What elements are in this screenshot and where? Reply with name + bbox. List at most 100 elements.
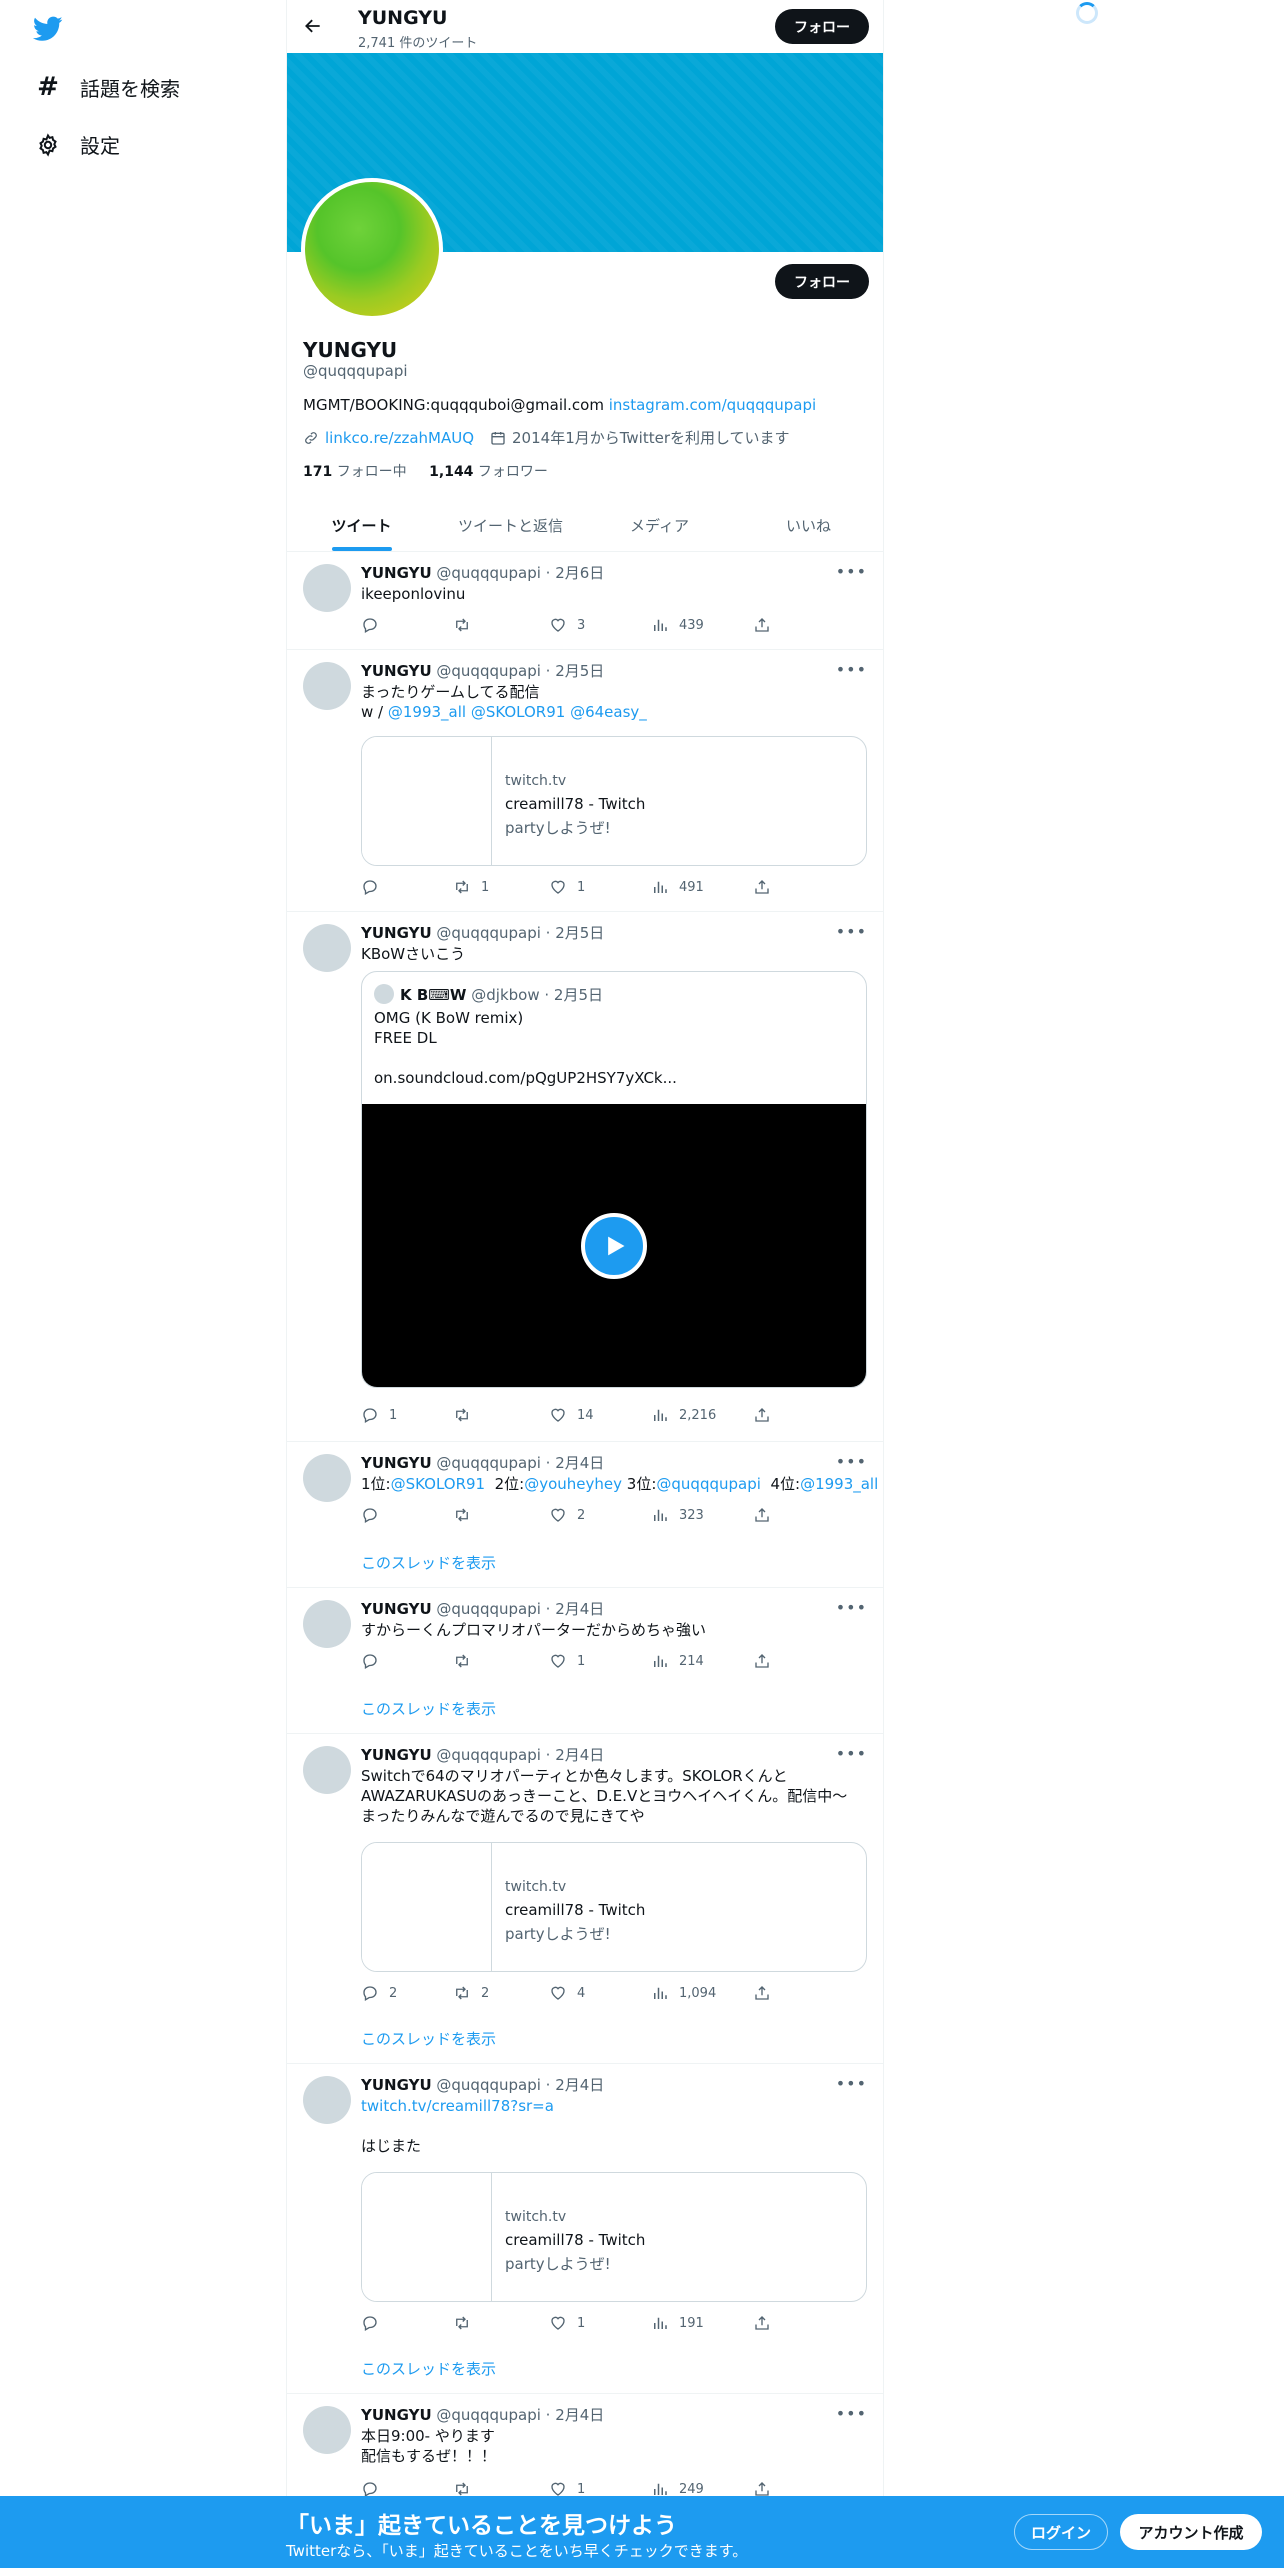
like-button[interactable]: 14 <box>549 1406 594 1424</box>
more-icon[interactable]: ••• <box>836 562 867 581</box>
views-button[interactable]: 191 <box>651 2314 704 2332</box>
tweet[interactable]: YUNGYU @quqqqupapi · 2月6日 ••• ikeeponlov… <box>287 552 883 650</box>
like-count: 1 <box>577 879 586 895</box>
share-button[interactable] <box>753 616 771 634</box>
reply-button[interactable]: 1 <box>361 1406 397 1424</box>
reply-button[interactable] <box>361 2314 389 2332</box>
more-icon[interactable]: ••• <box>836 2404 867 2423</box>
views-button[interactable]: 2,216 <box>651 1406 716 1424</box>
tweet-avatar[interactable] <box>303 1454 351 1502</box>
tweet-avatar[interactable] <box>303 564 351 612</box>
views-button[interactable]: 323 <box>651 1506 704 1524</box>
views-button[interactable]: 214 <box>651 1652 704 1670</box>
link-card[interactable]: twitch.tv creamill78 - Twitch partyしようぜ! <box>361 736 867 866</box>
tweet-avatar[interactable] <box>303 1600 351 1648</box>
profile-website-link[interactable]: linkco.re/zzahMAUQ <box>325 429 474 447</box>
following-link[interactable]: 171 フォロー中 <box>303 464 407 480</box>
reply-button[interactable] <box>361 1506 389 1524</box>
link-card[interactable]: twitch.tv creamill78 - Twitch partyしようぜ! <box>361 2172 867 2302</box>
followers-link[interactable]: 1,144 フォロワー <box>429 464 548 480</box>
bio-instagram-link[interactable]: instagram.com/quqqqupapi <box>609 396 816 414</box>
like-button[interactable]: 1 <box>549 2314 585 2332</box>
retweet-button[interactable] <box>453 1406 481 1424</box>
tweet[interactable]: YUNGYU @quqqqupapi · 2月5日 ••• KBoWさいこう K… <box>287 912 883 1442</box>
like-count: 14 <box>577 1407 594 1423</box>
tweet[interactable]: YUNGYU @quqqqupapi · 2月4日 ••• 1位:@SKOLOR… <box>287 1442 883 1588</box>
like-button[interactable]: 2 <box>549 1506 585 1524</box>
more-icon[interactable]: ••• <box>836 1452 867 1471</box>
heart-icon <box>551 1408 565 1422</box>
card-title: creamill78 - Twitch <box>505 795 646 813</box>
share-button[interactable] <box>753 1506 771 1524</box>
views-button[interactable]: 1,094 <box>651 1984 716 2002</box>
heart-icon <box>551 618 565 632</box>
signup-button[interactable]: アカウント作成 <box>1120 2514 1262 2550</box>
link-card[interactable]: twitch.tv creamill78 - Twitch partyしようぜ! <box>361 1842 867 1972</box>
nav-settings-label: 設定 <box>80 134 120 158</box>
share-button[interactable] <box>753 1406 771 1424</box>
quote-tweet[interactable]: K B⌨W @djkbow · 2月5日 OMG (K BoW remix) F… <box>361 971 867 1388</box>
more-icon[interactable]: ••• <box>836 1598 867 1617</box>
retweet-button[interactable] <box>453 616 481 634</box>
tweet[interactable]: YUNGYU @quqqqupapi · 2月4日 ••• すからーくんプロマリ… <box>287 1588 883 1734</box>
more-icon[interactable]: ••• <box>836 2074 867 2093</box>
tab-media[interactable]: メディア <box>585 500 734 551</box>
login-button[interactable]: ログイン <box>1014 2514 1108 2550</box>
header-follow-button[interactable]: フォロー <box>775 9 869 44</box>
tweet-avatar[interactable] <box>303 2406 351 2454</box>
play-icon[interactable] <box>581 1213 647 1279</box>
tweet[interactable]: YUNGYU @quqqqupapi · 2月4日 ••• twitch.tv/… <box>287 2064 883 2394</box>
reply-button[interactable] <box>361 1652 389 1670</box>
views-button[interactable]: 439 <box>651 616 704 634</box>
tweet-avatar[interactable] <box>303 1746 351 1794</box>
show-thread-link[interactable]: このスレッドを表示 <box>361 1698 496 1719</box>
tweet[interactable]: YUNGYU @quqqqupapi · 2月5日 ••• まったりゲームしてる… <box>287 650 883 912</box>
reply-button[interactable] <box>361 616 389 634</box>
share-button[interactable] <box>753 1652 771 1670</box>
more-icon[interactable]: ••• <box>836 922 867 941</box>
tweet-avatar[interactable] <box>303 2076 351 2124</box>
tab-likes[interactable]: いいね <box>734 500 883 551</box>
retweet-button[interactable] <box>453 1652 481 1670</box>
retweet-button[interactable] <box>453 2314 481 2332</box>
tab-tweets[interactable]: ツイート <box>287 500 436 551</box>
views-chart-icon <box>654 881 667 893</box>
show-thread-link[interactable]: このスレッドを表示 <box>361 2028 496 2049</box>
retweet-button[interactable]: 1 <box>453 878 489 896</box>
profile-avatar[interactable] <box>301 178 443 320</box>
retweet-button[interactable]: 2 <box>453 1984 489 2002</box>
like-button[interactable]: 3 <box>549 616 585 634</box>
tweet-avatar[interactable] <box>303 662 351 710</box>
tab-tweets-replies[interactable]: ツイートと返信 <box>436 500 585 551</box>
reply-button[interactable] <box>361 878 389 896</box>
profile-follow-button[interactable]: フォロー <box>775 264 869 299</box>
tweet-mentions[interactable]: @1993_all @SKOLOR91 @64easy_ <box>388 703 647 721</box>
show-thread-link[interactable]: このスレッドを表示 <box>361 1552 496 1573</box>
more-icon[interactable]: ••• <box>836 660 867 679</box>
tweet-actions: 1 14 2,216 <box>361 1406 781 1426</box>
like-button[interactable]: 1 <box>549 878 585 896</box>
card-thumbnail <box>362 2173 492 2301</box>
video-player[interactable] <box>362 1104 866 1387</box>
nav-item-explore[interactable]: # 話題を検索 <box>36 72 180 102</box>
tweet-avatar[interactable] <box>303 924 351 972</box>
show-thread-link[interactable]: このスレッドを表示 <box>361 2358 496 2379</box>
views-count: 1,094 <box>679 1985 717 2001</box>
share-button[interactable] <box>753 2314 771 2332</box>
retweet-button[interactable] <box>453 1506 481 1524</box>
like-button[interactable]: 4 <box>549 1984 585 2002</box>
tweet[interactable]: YUNGYU @quqqqupapi · 2月4日 ••• Switchで64の… <box>287 1734 883 2064</box>
back-arrow-icon[interactable] <box>303 16 323 36</box>
profile-header-bar: YUNGYU 2,741 件のツイート フォロー <box>287 0 883 53</box>
tweet-link[interactable]: twitch.tv/creamill78?sr=a <box>361 2097 554 2115</box>
views-button[interactable]: 491 <box>651 878 704 896</box>
tweet-text: Switchで64のマリオパーティとか色々します。SKOLORくんと AWAZA… <box>361 1767 848 1825</box>
views-count: 2,216 <box>679 1407 717 1423</box>
share-button[interactable] <box>753 1984 771 2002</box>
reply-button[interactable]: 2 <box>361 1984 397 2002</box>
nav-item-settings[interactable]: 設定 <box>36 130 120 159</box>
more-icon[interactable]: ••• <box>836 1744 867 1763</box>
twitter-logo-icon[interactable] <box>33 16 63 42</box>
share-button[interactable] <box>753 878 771 896</box>
like-button[interactable]: 1 <box>549 1652 585 1670</box>
